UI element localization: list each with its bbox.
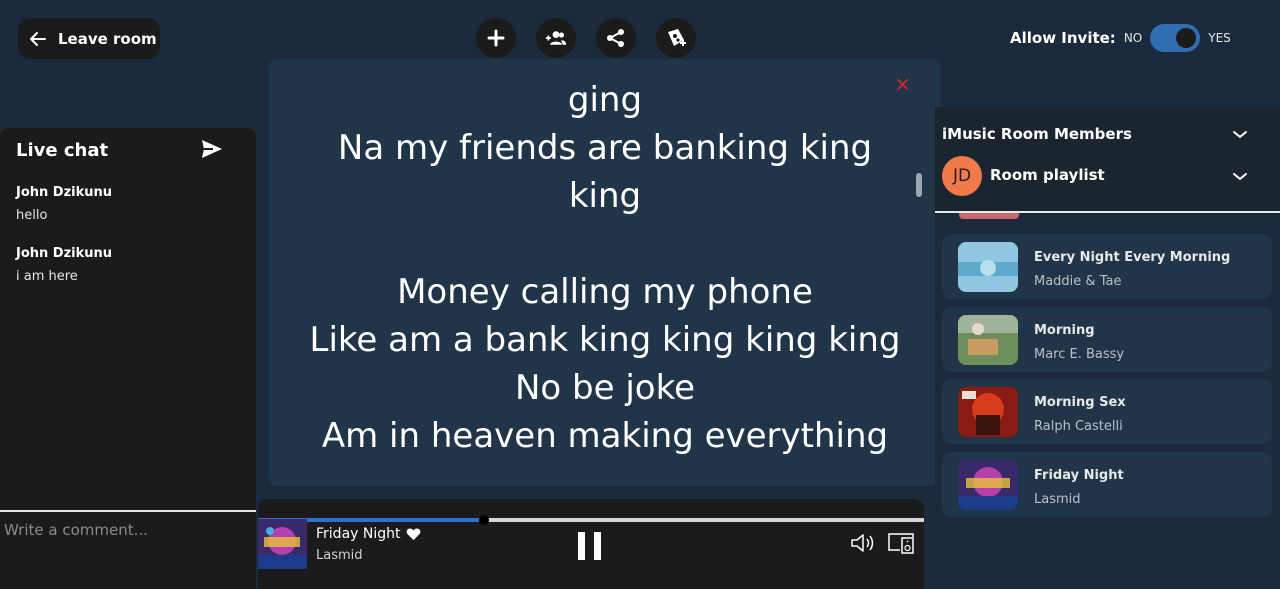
heart-icon[interactable] bbox=[406, 527, 421, 541]
track-artist: Ralph Castelli bbox=[1034, 419, 1123, 434]
allow-invite-label: Allow Invite: bbox=[1010, 29, 1116, 47]
allow-invite-control: Allow Invite: NO YES bbox=[1010, 24, 1231, 52]
track-thumbnail bbox=[958, 460, 1018, 510]
lyrics-text: ging Na my friends are banking king king… bbox=[269, 76, 941, 460]
track-artist: Maddie & Tae bbox=[1034, 274, 1122, 289]
leave-room-button[interactable]: Leave room bbox=[18, 18, 160, 59]
album-art bbox=[258, 519, 307, 569]
chat-message: John Dzikunu i am here bbox=[16, 246, 112, 284]
playlist-item[interactable]: Morning Marc E. Bassy bbox=[942, 307, 1272, 372]
send-icon[interactable] bbox=[200, 138, 224, 160]
playlist-item[interactable]: Every Night Every Morning Maddie & Tae bbox=[942, 234, 1272, 299]
arrow-left-icon bbox=[30, 31, 46, 46]
add-group-icon bbox=[545, 31, 567, 45]
music-player: Friday Night Lasmid bbox=[258, 499, 924, 589]
lyrics-scrollbar[interactable] bbox=[916, 173, 922, 197]
track-title: Morning bbox=[1034, 323, 1095, 338]
room-side-panel: iMusic Room Members JD Room playlist Eve… bbox=[935, 107, 1280, 589]
lyrics-panel[interactable]: ging Na my friends are banking king king… bbox=[269, 59, 941, 486]
now-playing-artist: Lasmid bbox=[316, 548, 363, 563]
lyrics-line: Money calling my phone bbox=[397, 272, 813, 312]
track-thumbnail bbox=[958, 387, 1018, 437]
pause-icon[interactable] bbox=[577, 531, 603, 561]
add-members-button[interactable] bbox=[536, 18, 576, 58]
track-title: Every Night Every Morning bbox=[1034, 250, 1231, 265]
room-members-title[interactable]: iMusic Room Members bbox=[942, 125, 1132, 143]
lyrics-line bbox=[269, 220, 941, 268]
now-playing-title: Friday Night bbox=[316, 526, 401, 542]
allow-invite-toggle[interactable] bbox=[1150, 24, 1201, 52]
playlist-item[interactable]: Morning Sex Ralph Castelli bbox=[942, 379, 1272, 444]
chat-message-user: John Dzikunu bbox=[16, 246, 113, 261]
comment-input[interactable] bbox=[0, 514, 256, 546]
track-artist: Marc E. Bassy bbox=[1034, 347, 1125, 362]
chat-message-user: John Dzikunu bbox=[16, 185, 113, 200]
lyrics-line: Na my friends are banking king king bbox=[337, 128, 873, 216]
invite-yes-label: YES bbox=[1208, 31, 1231, 45]
playlist-add-button[interactable] bbox=[656, 18, 696, 58]
playlist-item[interactable]: Friday Night Lasmid bbox=[942, 452, 1272, 517]
members-header: iMusic Room Members JD Room playlist bbox=[935, 107, 1280, 213]
track-artist: Lasmid bbox=[1034, 492, 1081, 507]
lyrics-line: Am in heaven making everything bbox=[321, 416, 889, 456]
plus-icon bbox=[487, 29, 505, 47]
invite-no-label: NO bbox=[1123, 31, 1143, 45]
toggle-knob bbox=[1176, 28, 1197, 48]
playlist-add-icon bbox=[668, 29, 686, 46]
progress-bar[interactable] bbox=[258, 515, 924, 525]
scrolled-track-thumbnail bbox=[959, 213, 1019, 219]
room-playlist-title[interactable]: Room playlist bbox=[990, 166, 1105, 184]
progress-handle[interactable] bbox=[479, 515, 490, 525]
chevron-down-icon[interactable] bbox=[1232, 130, 1248, 140]
track-thumbnail bbox=[958, 242, 1018, 292]
close-lyrics-button[interactable]: × bbox=[894, 74, 911, 94]
avatar: JD bbox=[942, 156, 982, 196]
chevron-down-icon[interactable] bbox=[1232, 172, 1248, 182]
chat-message-text: hello bbox=[16, 208, 48, 223]
add-song-button[interactable] bbox=[476, 18, 516, 58]
lyrics-line: Like am a bank king king king king bbox=[309, 320, 901, 360]
track-title: Friday Night bbox=[1034, 468, 1124, 483]
chat-message-text: i am here bbox=[16, 269, 78, 284]
chat-input-divider bbox=[0, 510, 256, 512]
lyrics-line: No be joke bbox=[515, 368, 695, 408]
share-button[interactable] bbox=[596, 18, 636, 58]
volume-icon[interactable] bbox=[850, 532, 878, 554]
devices-icon[interactable] bbox=[887, 532, 915, 554]
track-title: Morning Sex bbox=[1034, 395, 1126, 410]
track-thumbnail bbox=[958, 315, 1018, 365]
share-icon bbox=[607, 29, 624, 47]
lyrics-line: ging bbox=[567, 80, 643, 120]
chat-title: Live chat bbox=[16, 140, 109, 161]
live-chat-panel: Live chat John Dzikunu hello John Dzikun… bbox=[0, 128, 256, 589]
chat-message: John Dzikunu hello bbox=[16, 185, 112, 223]
now-playing-title-row: Friday Night bbox=[316, 526, 421, 542]
leave-room-label: Leave room bbox=[58, 29, 157, 48]
